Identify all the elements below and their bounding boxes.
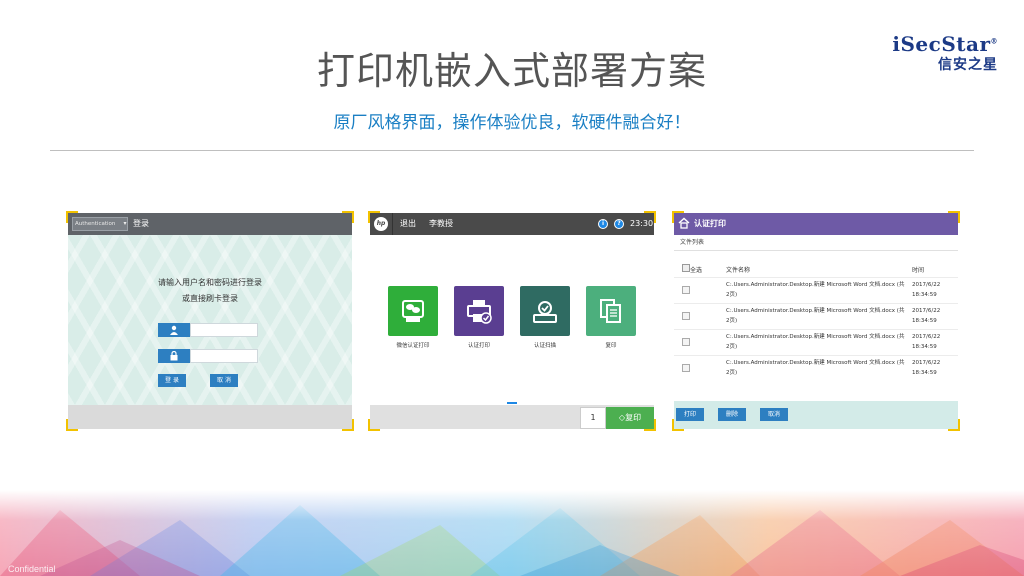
- corner-bracket: [948, 419, 960, 431]
- print-topbar: 认证打印: [674, 213, 958, 235]
- home-topbar: hp 退出 李教授 i ? 23:30: [370, 213, 654, 235]
- lock-icon: [158, 349, 190, 363]
- chevron-down-icon: ▾: [123, 220, 127, 227]
- password-input[interactable]: [190, 349, 258, 363]
- logo-text-en: iSecStar®: [892, 32, 998, 56]
- file-name: C:.Users.Administrator.Desktop.新建 Micros…: [726, 282, 905, 298]
- user-name: 李教授: [429, 219, 453, 228]
- corner-bracket: [644, 211, 656, 223]
- title-divider: [50, 150, 974, 151]
- login-screen-panel: Authentication ▾ 登录 请输入用户名和密码进行登录 或直接刷卡登…: [66, 211, 354, 431]
- corner-bracket: [672, 419, 684, 431]
- tile-auth-scan[interactable]: [520, 286, 570, 336]
- row-checkbox[interactable]: [682, 364, 690, 372]
- help-icon[interactable]: ?: [614, 219, 624, 229]
- tile-label: 认证扫描: [533, 343, 556, 349]
- brand-logo: iSecStar® 信安之星: [892, 32, 998, 74]
- login-prompt-line1: 请输入用户名和密码进行登录: [158, 278, 262, 287]
- corner-bracket: [368, 211, 380, 223]
- file-time: 2017/6/22 18:34:59: [912, 308, 941, 324]
- file-time: 2017/6/22 18:34:59: [912, 282, 941, 298]
- cancel-button[interactable]: 取消: [760, 408, 788, 421]
- scanner-check-icon: [533, 301, 557, 323]
- logout-button[interactable]: 退出: [400, 217, 416, 231]
- corner-bracket: [66, 211, 78, 223]
- column-header-file-name: 文件名称: [726, 267, 751, 274]
- tile-label: 认证打印: [467, 343, 490, 349]
- tile-label: 微信认证打印: [396, 343, 430, 349]
- copy-icon: [600, 299, 621, 323]
- user-icon: [158, 323, 190, 337]
- confidential-label: Confidential: [8, 564, 56, 574]
- tile-wechat-print[interactable]: [388, 286, 438, 336]
- corner-bracket: [644, 419, 656, 431]
- file-name: C:.Users.Administrator.Desktop.新建 Micros…: [726, 334, 905, 350]
- login-topbar: Authentication ▾ 登录: [68, 213, 352, 235]
- table-row[interactable]: C:.Users.Administrator.Desktop.新建 Micros…: [674, 303, 958, 329]
- column-header-select-all[interactable]: 全选: [690, 265, 702, 274]
- tile-label: 复印: [605, 343, 617, 349]
- file-name: C:.Users.Administrator.Desktop.新建 Micros…: [726, 308, 905, 324]
- home-screen-panel: hp 退出 李教授 i ? 23:30 微信认证打印 认证打印 认证扫描 复印 …: [368, 211, 656, 431]
- password-row: [158, 349, 258, 363]
- select-all-checkbox[interactable]: [682, 264, 690, 272]
- corner-bracket: [368, 419, 380, 431]
- username-input[interactable]: [190, 323, 258, 337]
- file-time: 2017/6/22 18:34:59: [912, 360, 941, 376]
- corner-bracket: [672, 211, 684, 223]
- row-checkbox[interactable]: [682, 312, 690, 320]
- decorative-shapes: [0, 490, 1024, 576]
- login-title: 登录: [133, 219, 149, 228]
- corner-bracket: [342, 211, 354, 223]
- login-footer-bar: [68, 405, 352, 429]
- corner-bracket: [948, 211, 960, 223]
- slide-title: 打印机嵌入式部署方案: [316, 49, 707, 93]
- printer-check-icon: [467, 300, 492, 324]
- print-footer-bar: [674, 401, 958, 429]
- file-list-label: 文件列表: [674, 235, 958, 251]
- toolbar-divider: [392, 213, 393, 235]
- copies-input[interactable]: 1: [580, 407, 606, 429]
- page-indicator[interactable]: [507, 402, 517, 404]
- cancel-button[interactable]: 取 消: [210, 374, 238, 387]
- decorative-banner: Confidential: [0, 490, 1024, 576]
- print-title: 认证打印: [694, 219, 726, 228]
- corner-bracket: [66, 419, 78, 431]
- tile-auth-print[interactable]: [454, 286, 504, 336]
- logo-text-cn: 信安之星: [938, 57, 998, 73]
- username-row: [158, 323, 258, 337]
- info-icon[interactable]: i: [598, 219, 608, 229]
- table-row[interactable]: C:.Users.Administrator.Desktop.新建 Micros…: [674, 329, 958, 355]
- auth-print-panel: 认证打印 文件列表 全选 文件名称 时间 C:.Users.Administra…: [672, 211, 960, 431]
- column-header-time: 时间: [912, 267, 925, 274]
- table-row[interactable]: C:.Users.Administrator.Desktop.新建 Micros…: [674, 277, 958, 303]
- wechat-print-icon: [402, 300, 424, 322]
- login-prompt-line2: 或直接刷卡登录: [182, 294, 238, 303]
- authentication-select[interactable]: Authentication ▾: [72, 217, 128, 231]
- login-button[interactable]: 登 录: [158, 374, 186, 387]
- row-checkbox[interactable]: [682, 338, 690, 346]
- delete-button[interactable]: 删除: [718, 408, 746, 421]
- file-name: C:.Users.Administrator.Desktop.新建 Micros…: [726, 360, 905, 376]
- corner-bracket: [342, 419, 354, 431]
- file-time: 2017/6/22 18:34:59: [912, 334, 941, 350]
- tile-copy[interactable]: [586, 286, 636, 336]
- row-checkbox[interactable]: [682, 286, 690, 294]
- table-row[interactable]: C:.Users.Administrator.Desktop.新建 Micros…: [674, 355, 958, 381]
- slide-subtitle: 原厂风格界面，操作体验优良，软硬件融合好！: [333, 113, 691, 133]
- login-body: 请输入用户名和密码进行登录 或直接刷卡登录 登 录 取 消: [68, 235, 352, 405]
